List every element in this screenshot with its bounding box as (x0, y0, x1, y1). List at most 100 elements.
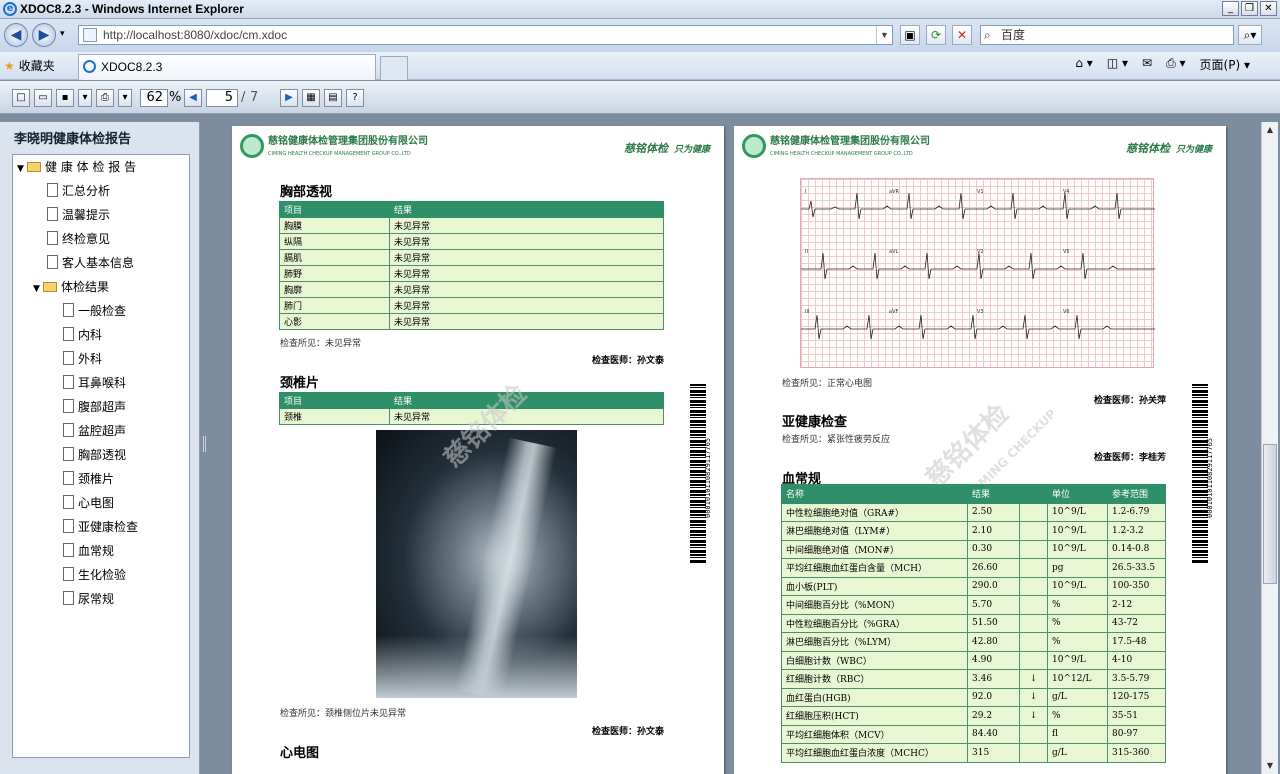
lead-label: II (805, 249, 808, 255)
new-tab-button[interactable] (380, 56, 408, 80)
doc-icon (63, 399, 74, 413)
tree-subitem[interactable]: 心电图 (63, 495, 114, 511)
cell: 2.50 (967, 502, 1020, 522)
tree-subitem-label: 颈椎片 (78, 472, 115, 486)
tree-subitem[interactable]: 颈椎片 (63, 471, 114, 487)
doc-icon (47, 183, 58, 197)
table-row: 红细胞压积(HCT) 29.2 ↓% 35-51 (781, 706, 1166, 726)
page-total: 7 (250, 90, 259, 105)
table-row: 中间细胞百分比（%MON） 5.70% 2-12 (781, 595, 1166, 615)
cell: ↓ (1019, 687, 1048, 707)
tree-results[interactable]: ▼ 体检结果 (33, 279, 109, 297)
cell: 未见异常 (389, 408, 664, 425)
tree-subitem[interactable]: 内科 (63, 327, 102, 343)
brand-en: CIMING HEALTH CHECKUP MANAGEMENT GROUP C… (770, 151, 913, 157)
tree-root[interactable]: ▼ 健 康 体 检 报 告 (17, 159, 136, 177)
cell: 未见异常 (389, 233, 664, 250)
zoom-input[interactable]: 62 (140, 89, 168, 107)
tab-active[interactable]: XDOC8.2.3 (78, 54, 376, 80)
help-icon[interactable]: ? (346, 89, 364, 107)
report-page-right: 慈铭健康体检管理集团股份有限公司 CIMING HEALTH CHECKUP MA… (734, 126, 1226, 774)
mail-icon[interactable]: ✉ (1142, 56, 1152, 73)
tree-subitem[interactable]: 亚健康检查 (63, 519, 138, 535)
expand-icon[interactable]: ▼ (33, 281, 43, 297)
page-menu[interactable]: 页面(P) ▾ (1200, 56, 1250, 73)
url-input[interactable]: http://localhost:8080/xdoc/cm.xdoc ▼ (78, 25, 893, 45)
tree-subitem[interactable]: 外科 (63, 351, 102, 367)
finding-text: 检查所见：正常心电图 (782, 379, 873, 389)
document-icon[interactable]: ▤ (324, 89, 342, 107)
tree-subitem-label: 血常规 (78, 544, 115, 558)
tree-item-label: 汇总分析 (62, 184, 111, 198)
new-icon[interactable]: □ (12, 89, 30, 107)
doc-icon (47, 231, 58, 245)
print-doc-icon[interactable]: ⎙ (96, 89, 114, 107)
minimize-button[interactable]: _ (1222, 1, 1239, 16)
tree-item[interactable]: 汇总分析 (47, 183, 110, 199)
cell: 2.10 (967, 521, 1020, 541)
chest-table: 项目 结果 胸膜 未见异常 纵隔 未见异常 膈肌 未见异常 肺野 未见异常 胸廓 未见异常 … (279, 201, 664, 330)
close-button[interactable]: ✕ (1260, 1, 1277, 16)
scroll-thumb[interactable] (1263, 444, 1277, 584)
cell (1019, 595, 1048, 615)
cell: 白细胞计数（WBC） (781, 650, 968, 670)
scroll-up-icon[interactable]: ▲ (1263, 122, 1277, 138)
cell: % (1047, 632, 1108, 652)
save-icon[interactable]: ▪ (56, 89, 74, 107)
print-dropdown-icon[interactable]: ▾ (118, 89, 132, 107)
forward-icon[interactable]: ▶ (32, 23, 56, 47)
finding-text: 检查所见：颈椎侧位片未见异常 (280, 709, 407, 719)
tree-subitem[interactable]: 盆腔超声 (63, 423, 126, 439)
lead-label: V2 (977, 249, 984, 255)
tree-subitem-label: 亚健康检查 (78, 520, 139, 534)
url-dropdown-icon[interactable]: ▼ (876, 26, 892, 44)
tree-subitem[interactable]: 胸部透视 (63, 447, 126, 463)
page-input[interactable]: 5 (206, 89, 238, 107)
tree-item[interactable]: 客人基本信息 (47, 255, 134, 271)
scroll-down-icon[interactable]: ▼ (1263, 758, 1277, 774)
compat-icon[interactable]: ▣ (900, 25, 920, 45)
next-page-icon[interactable]: ▶ (280, 89, 298, 107)
cell: 5.70 (967, 595, 1020, 615)
tree-item[interactable]: 温馨提示 (47, 207, 110, 223)
open-icon[interactable]: ▭ (34, 89, 52, 107)
cell (1019, 632, 1048, 652)
vertical-scrollbar[interactable]: ▲ ▼ (1261, 122, 1278, 774)
tree-subitem[interactable]: 血常规 (63, 543, 114, 559)
stop-icon[interactable]: ✕ (952, 25, 972, 45)
tree-subitem[interactable]: 一般检查 (63, 303, 126, 319)
cell (1019, 576, 1048, 596)
folder-icon (27, 162, 41, 172)
history-dropdown-icon[interactable]: ▾ (60, 29, 65, 39)
print-icon[interactable]: ⎙ ▾ (1166, 56, 1185, 73)
thumbnails-icon[interactable]: ▦ (302, 89, 320, 107)
back-icon[interactable]: ◀ (4, 23, 28, 47)
cell: 红细胞计数（RBC） (781, 669, 968, 689)
tree-subitem[interactable]: 尿常规 (63, 591, 114, 607)
cell: 120-175 (1107, 687, 1166, 707)
tree-subitem[interactable]: 耳鼻喉科 (63, 375, 126, 391)
search-go-icon[interactable]: ⌕▾ (1238, 25, 1262, 45)
cell: 3.5-5.79 (1107, 669, 1166, 689)
window-titlebar: e XDOC8.2.3 - Windows Internet Explorer … (0, 0, 1280, 19)
tree-item[interactable]: 终检意见 (47, 231, 110, 247)
save-dropdown-icon[interactable]: ▾ (78, 89, 92, 107)
refresh-icon[interactable]: ⟳ (926, 25, 946, 45)
feeds-icon[interactable]: ◫ ▾ (1107, 56, 1128, 73)
splitter-handle[interactable] (200, 122, 210, 774)
prev-page-icon[interactable]: ◀ (184, 89, 202, 107)
restore-button[interactable]: ❐ (1241, 1, 1258, 16)
lead-label: V1 (977, 189, 984, 195)
favorites-button[interactable]: ★ 收藏夹 (4, 57, 55, 74)
home-icon[interactable]: ⌂ ▾ (1075, 56, 1092, 73)
cell: g/L (1047, 743, 1108, 763)
expand-icon[interactable]: ▼ (17, 161, 27, 177)
table-row: 血红蛋白(HGB) 92.0 ↓ g/L 120-175 (781, 687, 1166, 707)
cell: 未见异常 (389, 297, 664, 314)
tree-subitem[interactable]: 生化检验 (63, 567, 126, 583)
tree-subitem-label: 盆腔超声 (78, 424, 127, 438)
doc-icon (47, 255, 58, 269)
tree-subitem[interactable]: 腹部超声 (63, 399, 126, 415)
search-input[interactable]: ⌕ 百度 (980, 25, 1234, 45)
table-row: 肺门 未见异常 (279, 297, 664, 314)
